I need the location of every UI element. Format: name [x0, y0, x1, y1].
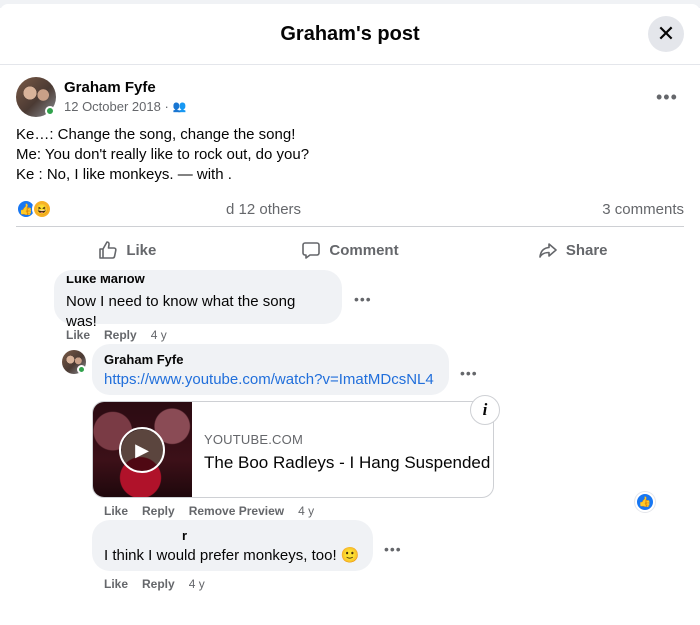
comment-more-options-button[interactable]: ••• [354, 291, 372, 307]
close-button[interactable]: ✕ [648, 16, 684, 52]
like-button[interactable]: Like [16, 231, 239, 269]
post-action-bar: Like Comment Share [16, 231, 684, 269]
share-icon [538, 240, 558, 260]
share-label: Share [565, 241, 608, 259]
remove-preview-button[interactable]: Remove Preview [189, 504, 284, 518]
friends-icon[interactable]: 👥 [173, 100, 187, 113]
play-icon[interactable]: ▶ [119, 427, 165, 473]
comment-reply-button[interactable]: Reply [142, 577, 175, 591]
like-reaction-icon[interactable]: 👍 [635, 492, 655, 512]
comment-reply-button[interactable]: Reply [104, 328, 137, 342]
post-text-line: Me: You don't really like to rock out, d… [16, 146, 310, 163]
more-icon: ••• [656, 87, 678, 107]
online-status-dot [77, 365, 86, 374]
info-icon[interactable]: i [470, 395, 500, 425]
post-more-options-button[interactable]: ••• [656, 88, 678, 106]
more-icon: ••• [460, 365, 478, 381]
comment-actions: Like Reply 4 y [66, 328, 167, 342]
close-icon: ✕ [656, 21, 676, 46]
preview-domain: YOUTUBE.COM [204, 432, 303, 447]
comment-like-button[interactable]: Like [104, 577, 128, 591]
comment-actions: Like Reply Remove Preview 4 y [104, 504, 314, 518]
post-modal: Graham's post ✕ Graham Fyfe 12 October 2… [0, 4, 700, 625]
thumbs-up-icon [98, 240, 118, 260]
comment-reply-button[interactable]: Reply [142, 504, 175, 518]
post-meta: 12 October 2018 · 👥 [64, 99, 187, 114]
share-button[interactable]: Share [461, 231, 684, 269]
post-author-name[interactable]: Graham Fyfe [64, 79, 156, 96]
comment-bubble: r I think I would prefer monkeys, too! 🙂 [92, 520, 373, 571]
comment-author[interactable]: Graham Fyfe [104, 352, 437, 368]
comments-count[interactable]: 3 comments [602, 201, 684, 218]
comment-more-options-button[interactable]: ••• [460, 365, 478, 381]
comment-time[interactable]: 4 y [298, 504, 314, 518]
haha-reaction-icon: 😆 [32, 199, 52, 219]
comment-button[interactable]: Comment [239, 231, 462, 269]
comment-more-options-button[interactable]: ••• [384, 541, 402, 557]
comment-bubble: Luke Marlow Now I need to know what the … [54, 270, 342, 330]
comment-bubble: Graham Fyfe https://www.youtube.com/watc… [92, 344, 449, 395]
post-date[interactable]: 12 October 2018 · [64, 99, 169, 114]
comment-author[interactable]: r [104, 528, 361, 544]
link-preview-card[interactable]: ▶ YOUTUBE.COM The Boo Radleys - I Hang S… [92, 401, 494, 498]
comment-like-button[interactable]: Like [66, 328, 90, 342]
more-icon: ••• [384, 541, 402, 557]
post-text: Ke…: Change the song, change the song! M… [16, 125, 309, 185]
more-icon: ••• [354, 291, 372, 307]
preview-title: The Boo Radleys - I Hang Suspended [204, 453, 491, 472]
comment-text: Now I need to know what the song was! [66, 293, 296, 330]
post-text-line: Ke : No, I like monkeys. — with . [16, 166, 232, 183]
reaction-icons[interactable]: 👍 😆 [16, 199, 52, 219]
like-label: Like [126, 241, 157, 259]
online-status-dot [45, 106, 55, 116]
comment-time[interactable]: 4 y [189, 577, 205, 591]
post-text-line: Ke…: Change the song, change the song! [16, 126, 296, 143]
modal-title: Graham's post [280, 22, 420, 45]
comment-icon [301, 240, 321, 260]
comment-text: I think I would prefer monkeys, too! 🙂 [104, 547, 360, 564]
comment-actions: Like Reply 4 y [104, 577, 205, 591]
comment-like-button[interactable]: Like [104, 504, 128, 518]
reaction-summary[interactable]: d 12 others [226, 201, 301, 218]
divider [16, 226, 684, 227]
comment-label: Comment [329, 241, 399, 259]
comment-link[interactable]: https://www.youtube.com/watch?v=ImatMDcs… [104, 370, 437, 390]
comment-time[interactable]: 4 y [151, 328, 167, 342]
comment-author[interactable]: Luke Marlow [66, 276, 330, 286]
video-thumbnail: ▶ [93, 402, 192, 497]
modal-header: Graham's post ✕ [0, 4, 700, 65]
